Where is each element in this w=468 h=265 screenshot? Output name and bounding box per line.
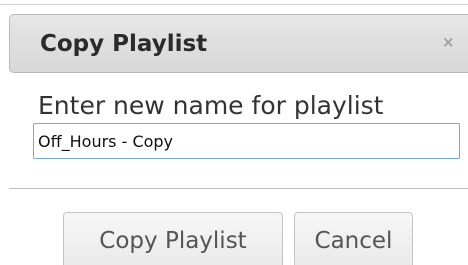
- close-icon[interactable]: ×: [442, 31, 462, 53]
- dialog-titlebar: Copy Playlist: [9, 14, 468, 73]
- playlist-name-label: Enter new name for playlist: [38, 91, 384, 120]
- top-divider: [0, 4, 468, 5]
- dialog-title: Copy Playlist: [40, 31, 208, 57]
- cancel-button[interactable]: Cancel: [294, 212, 413, 265]
- button-row-divider: [9, 188, 468, 189]
- copy-playlist-dialog: Copy Playlist × Enter new name for playl…: [0, 0, 468, 265]
- playlist-name-input[interactable]: [33, 123, 460, 159]
- copy-playlist-button[interactable]: Copy Playlist: [63, 212, 283, 265]
